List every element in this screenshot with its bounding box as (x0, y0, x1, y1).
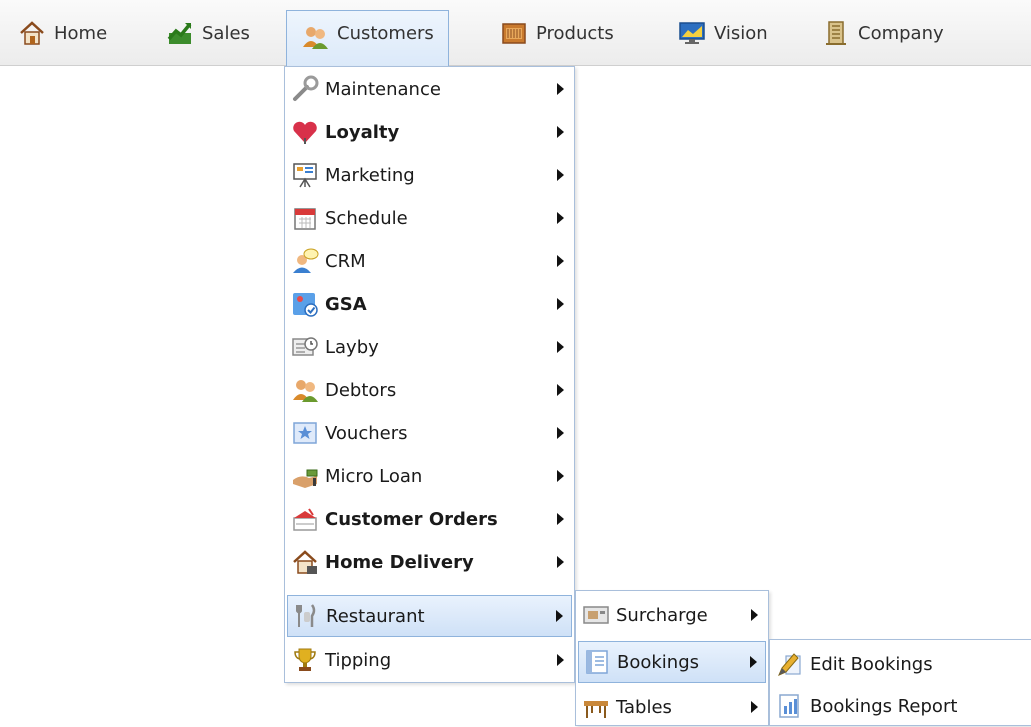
menu-item-label: Loyalty (325, 121, 400, 143)
submenu-item-bookings-report[interactable]: Bookings Report (772, 686, 1028, 726)
submenu-arrow-icon (750, 656, 757, 668)
calendar-icon (291, 204, 319, 232)
menu-item-marketing[interactable]: Marketing (287, 155, 572, 195)
submenu-arrow-icon (557, 255, 564, 267)
submenu-arrow-icon (557, 470, 564, 482)
cash-hand-icon (291, 462, 319, 490)
submenu-item-label: Bookings (617, 651, 700, 673)
wrench-icon (291, 75, 319, 103)
submenu-arrow-icon (557, 212, 564, 224)
menu-item-label: Schedule (325, 207, 408, 229)
table-icon (582, 693, 610, 721)
submenu-item-tables[interactable]: Tables (578, 687, 766, 727)
nav-home-label: Home (54, 22, 108, 44)
restaurant-submenu: Surcharge Bookings Tables (575, 590, 769, 726)
menu-item-crm[interactable]: CRM (287, 241, 572, 281)
layby-clock-icon (291, 333, 319, 361)
menu-item-maintenance[interactable]: Maintenance (287, 69, 572, 109)
menu-item-label: Tipping (325, 649, 392, 671)
heart-icon (291, 118, 319, 146)
house-icon (18, 19, 46, 47)
submenu-arrow-icon (557, 513, 564, 525)
submenu-item-bookings[interactable]: Bookings (578, 641, 766, 683)
menu-item-label: Home Delivery (325, 551, 474, 573)
menu-item-vouchers[interactable]: Vouchers (287, 413, 572, 453)
nav-products-label: Products (536, 22, 614, 44)
cutlery-icon (292, 602, 320, 630)
submenu-item-label: Edit Bookings (810, 653, 933, 675)
submenu-item-label: Surcharge (616, 604, 708, 626)
menu-item-gsa[interactable]: GSA (287, 284, 572, 324)
menu-item-label: Micro Loan (325, 465, 423, 487)
nav-home[interactable]: Home (12, 10, 113, 56)
top-menubar: Home Sales Customers Products Vision Com… (0, 0, 1031, 67)
submenu-arrow-icon (557, 556, 564, 568)
building-icon (822, 19, 850, 47)
gsa-check-icon (291, 290, 319, 318)
people-icon (291, 376, 319, 404)
nav-customers[interactable]: Customers (286, 10, 449, 67)
submenu-arrow-icon (557, 169, 564, 181)
nav-products[interactable]: Products (494, 10, 620, 56)
presentation-board-icon (291, 161, 319, 189)
menu-item-layby[interactable]: Layby (287, 327, 572, 367)
menu-item-schedule[interactable]: Schedule (287, 198, 572, 238)
submenu-arrow-icon (557, 341, 564, 353)
submenu-item-label: Tables (616, 696, 672, 718)
box-icon (500, 19, 528, 47)
submenu-arrow-icon (557, 427, 564, 439)
menu-item-label: CRM (325, 250, 366, 272)
menu-item-loyalty[interactable]: Loyalty (287, 112, 572, 152)
surcharge-icon (582, 601, 610, 629)
bookings-submenu: Edit Bookings Bookings Report (769, 639, 1031, 726)
menu-item-label: Debtors (325, 379, 397, 401)
submenu-item-surcharge[interactable]: Surcharge (578, 595, 766, 635)
menu-item-micro-loan[interactable]: Micro Loan (287, 456, 572, 496)
nav-company[interactable]: Company (816, 10, 950, 56)
sales-chart-icon (166, 19, 194, 47)
menu-item-label: Layby (325, 336, 379, 358)
menu-item-tipping[interactable]: Tipping (287, 640, 572, 680)
submenu-arrow-icon (557, 298, 564, 310)
book-icon (583, 648, 611, 676)
menu-item-customer-orders[interactable]: Customer Orders (287, 499, 572, 539)
monitor-icon (678, 19, 706, 47)
submenu-arrow-icon (557, 83, 564, 95)
person-chat-icon (291, 247, 319, 275)
nav-sales-label: Sales (202, 22, 250, 44)
home-delivery-icon (291, 548, 319, 576)
nav-customers-label: Customers (337, 23, 434, 44)
nav-company-label: Company (858, 22, 944, 44)
trophy-icon (291, 646, 319, 674)
edit-pencil-icon (776, 650, 804, 678)
customers-menu: Maintenance Loyalty Marketing Schedule C… (284, 66, 575, 683)
menu-item-home-delivery[interactable]: Home Delivery (287, 542, 572, 582)
menu-item-debtors[interactable]: Debtors (287, 370, 572, 410)
nav-sales[interactable]: Sales (160, 10, 256, 56)
nav-vision-label: Vision (714, 22, 768, 44)
submenu-arrow-icon (557, 384, 564, 396)
submenu-arrow-icon (557, 654, 564, 666)
submenu-arrow-icon (556, 610, 563, 622)
people-icon (301, 23, 329, 51)
menu-item-restaurant[interactable]: Restaurant (287, 595, 572, 637)
submenu-arrow-icon (751, 701, 758, 713)
menu-item-label: Vouchers (325, 422, 408, 444)
submenu-arrow-icon (557, 126, 564, 138)
submenu-item-edit-bookings[interactable]: Edit Bookings (772, 644, 1028, 684)
menu-item-label: GSA (325, 293, 367, 315)
submenu-arrow-icon (751, 609, 758, 621)
menu-item-label: Marketing (325, 164, 415, 186)
menu-item-label: Maintenance (325, 78, 441, 100)
voucher-icon (291, 419, 319, 447)
nav-vision[interactable]: Vision (672, 10, 774, 56)
menu-item-label: Restaurant (326, 605, 425, 627)
submenu-item-label: Bookings Report (810, 695, 958, 717)
order-basket-icon (291, 505, 319, 533)
report-icon (776, 692, 804, 720)
menu-item-label: Customer Orders (325, 508, 498, 530)
